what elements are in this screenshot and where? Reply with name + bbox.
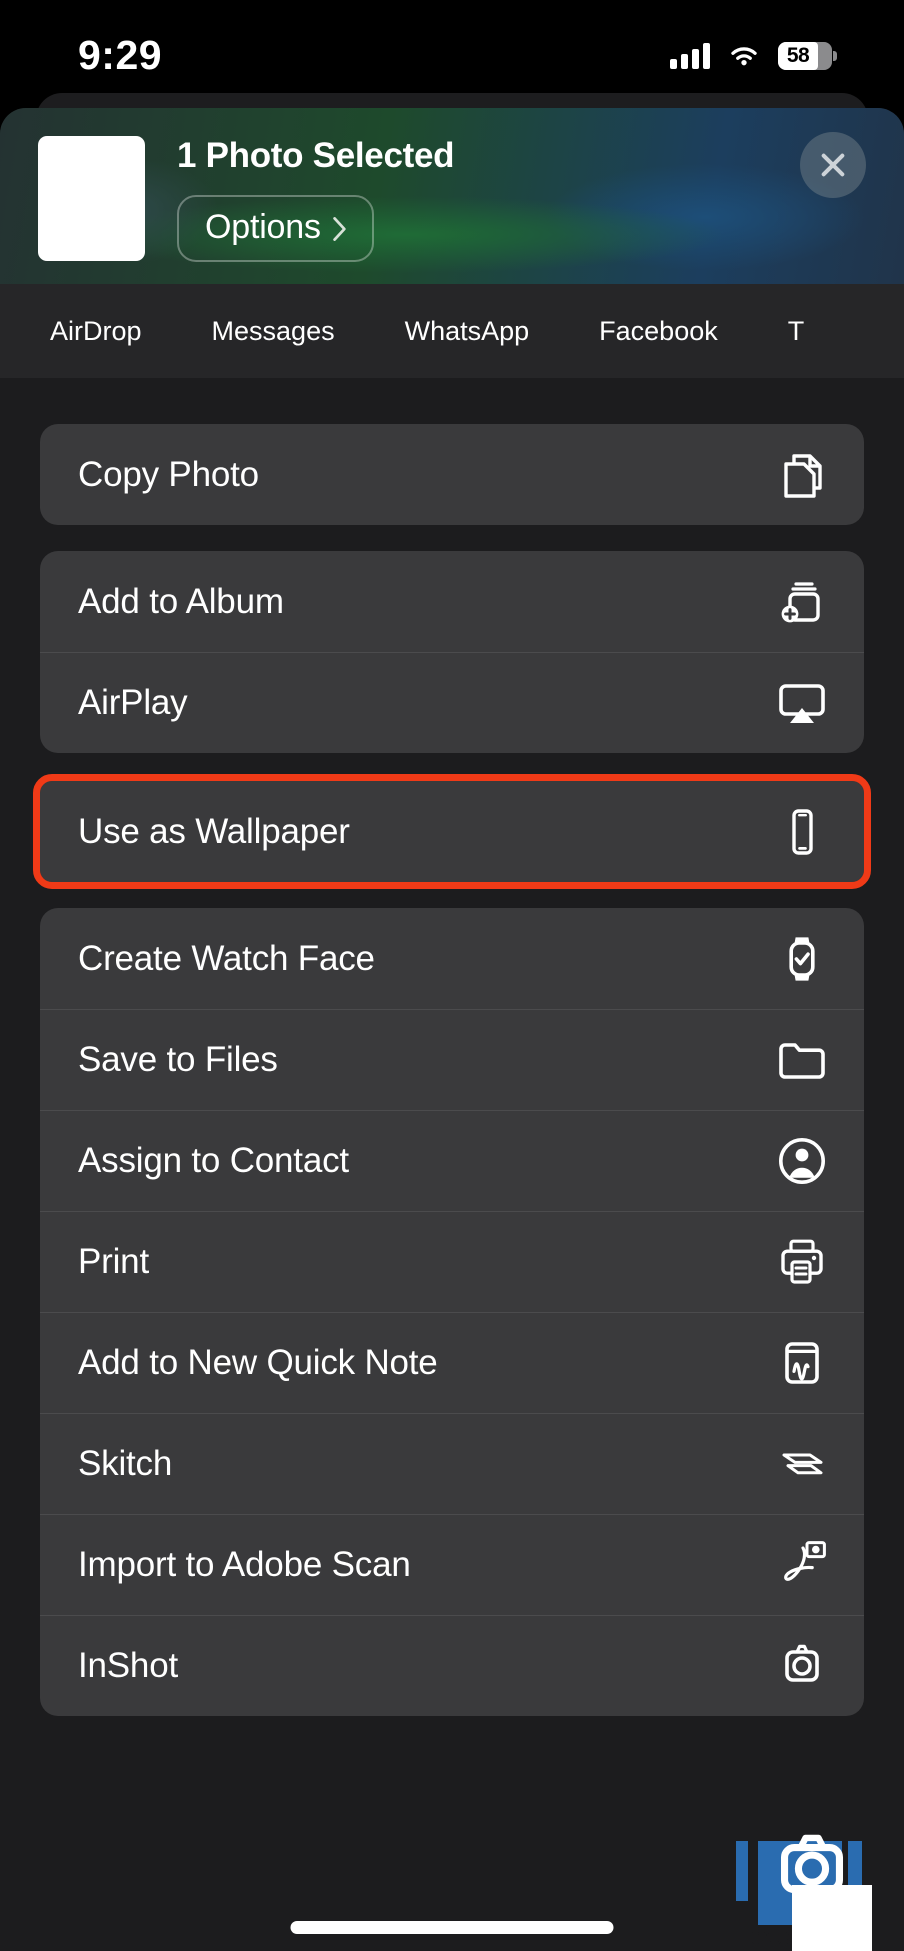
action-label: Use as Wallpaper xyxy=(78,811,350,851)
action-label: Save to Files xyxy=(78,1039,278,1079)
adobe-scan-icon xyxy=(776,1539,828,1591)
folder-icon xyxy=(776,1034,828,1086)
printer-icon xyxy=(776,1236,828,1288)
action-label: Copy Photo xyxy=(78,454,259,494)
action-row-copy-photo[interactable]: Copy Photo xyxy=(40,424,864,525)
status-time: 9:29 xyxy=(78,32,163,78)
copy-photo-icon xyxy=(776,449,828,501)
close-icon xyxy=(821,153,845,177)
action-label: Assign to Contact xyxy=(78,1140,349,1180)
app-whatsapp[interactable]: WhatsApp xyxy=(405,316,530,347)
share-sheet-header: 1 Photo Selected Options xyxy=(0,108,904,284)
skitch-icon xyxy=(776,1438,828,1490)
battery-icon: 58 xyxy=(778,41,837,70)
action-groups: Copy Photo Add to Album AirPlay Use as W… xyxy=(0,424,904,1716)
app-twitter[interactable]: T xyxy=(788,316,805,347)
action-label: Print xyxy=(78,1241,149,1281)
apple-watch-icon xyxy=(776,933,828,985)
status-indicators: 58 xyxy=(670,41,837,70)
options-button[interactable]: Options xyxy=(177,195,374,262)
action-label: Create Watch Face xyxy=(78,938,375,978)
person-circle-icon xyxy=(776,1135,828,1187)
close-button[interactable] xyxy=(800,132,866,198)
share-sheet: 1 Photo Selected Options AirDrop Message… xyxy=(0,108,904,1951)
app-airdrop[interactable]: AirDrop xyxy=(50,316,142,347)
action-row-save-to-files[interactable]: Save to Files xyxy=(40,1009,864,1110)
wallpaper-group: Use as Wallpaper xyxy=(33,774,871,889)
photo-thumbnail[interactable] xyxy=(38,136,145,261)
action-row-add-to-new-quick-note[interactable]: Add to New Quick Note xyxy=(40,1312,864,1413)
status-bar: 9:29 58 xyxy=(0,0,904,105)
action-label: Add to New Quick Note xyxy=(78,1342,438,1382)
action-row-add-to-album[interactable]: Add to Album xyxy=(40,551,864,652)
action-row-use-as-wallpaper[interactable]: Use as Wallpaper xyxy=(40,781,864,882)
action-row-inshot[interactable]: InShot xyxy=(40,1615,864,1716)
app-messages[interactable]: Messages xyxy=(212,316,335,347)
app-facebook[interactable]: Facebook xyxy=(599,316,718,347)
wifi-icon xyxy=(731,46,757,65)
action-row-create-watch-face[interactable]: Create Watch Face xyxy=(40,908,864,1009)
action-label: InShot xyxy=(78,1645,178,1685)
quick-note-icon xyxy=(776,1337,828,1389)
action-label: Skitch xyxy=(78,1443,173,1483)
chevron-right-icon xyxy=(333,216,346,241)
app-share-row[interactable]: AirDrop Messages WhatsApp Facebook T xyxy=(0,284,904,378)
home-indicator[interactable] xyxy=(290,1921,614,1934)
clipboard-group: Copy Photo xyxy=(40,424,864,525)
action-row-assign-to-contact[interactable]: Assign to Contact xyxy=(40,1110,864,1211)
actions-group: Create Watch Face Save to Files Assign t… xyxy=(40,908,864,1716)
airplay-icon xyxy=(776,677,828,729)
action-label: Import to Adobe Scan xyxy=(78,1544,411,1584)
action-label: Add to Album xyxy=(78,581,284,621)
page-title: 1 Photo Selected xyxy=(177,136,455,175)
action-row-import-to-adobe-scan[interactable]: Import to Adobe Scan xyxy=(40,1514,864,1615)
action-row-skitch[interactable]: Skitch xyxy=(40,1413,864,1514)
cellular-bars-icon xyxy=(670,42,710,69)
add-to-album-icon xyxy=(776,576,828,628)
iphone-icon xyxy=(776,806,828,858)
inshot-icon xyxy=(776,1640,828,1692)
battery-percent: 58 xyxy=(786,43,810,67)
action-row-airplay[interactable]: AirPlay xyxy=(40,652,864,753)
watermark-logo: GADGETS xyxy=(736,1831,872,1951)
action-row-print[interactable]: Print xyxy=(40,1211,864,1312)
header-text-block: 1 Photo Selected Options xyxy=(177,138,800,262)
action-label: AirPlay xyxy=(78,682,188,722)
watermark-occluder xyxy=(792,1885,872,1951)
options-button-label: Options xyxy=(205,208,321,246)
phone-screen: 9:29 58 1 Photo Selected Options AirDrop… xyxy=(0,0,904,1951)
media-group: Add to Album AirPlay xyxy=(40,551,864,753)
